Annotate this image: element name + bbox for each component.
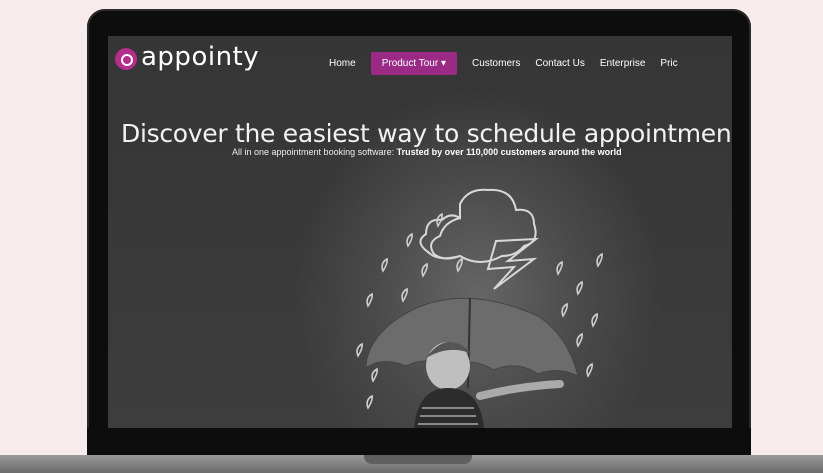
hero-illustration <box>356 188 603 428</box>
raindrop-icon <box>586 362 593 378</box>
raindrop-icon <box>406 232 413 248</box>
raindrop-icon <box>576 280 583 296</box>
raindrop-icon <box>596 252 603 268</box>
raindrop-icon <box>381 257 388 273</box>
raindrop-icon <box>561 302 568 318</box>
cloud-icon <box>430 217 461 260</box>
raindrop-icon <box>576 332 583 348</box>
laptop-notch <box>364 455 472 464</box>
raindrop-icon <box>591 312 598 328</box>
raindrop-icon <box>556 260 563 276</box>
umbrella-icon <box>365 297 579 389</box>
raindrop-icon <box>356 342 363 358</box>
raindrop-icon <box>401 287 408 303</box>
raindrop-icon <box>371 367 378 383</box>
laptop-screen: appointy Home Product Tour ▾ Customers C… <box>108 36 732 428</box>
raindrop-icon <box>366 394 373 410</box>
raindrop-icon <box>421 262 428 278</box>
raindrop-icon <box>456 257 463 273</box>
lightning-icon <box>486 237 540 290</box>
raindrop-icon <box>366 292 373 308</box>
